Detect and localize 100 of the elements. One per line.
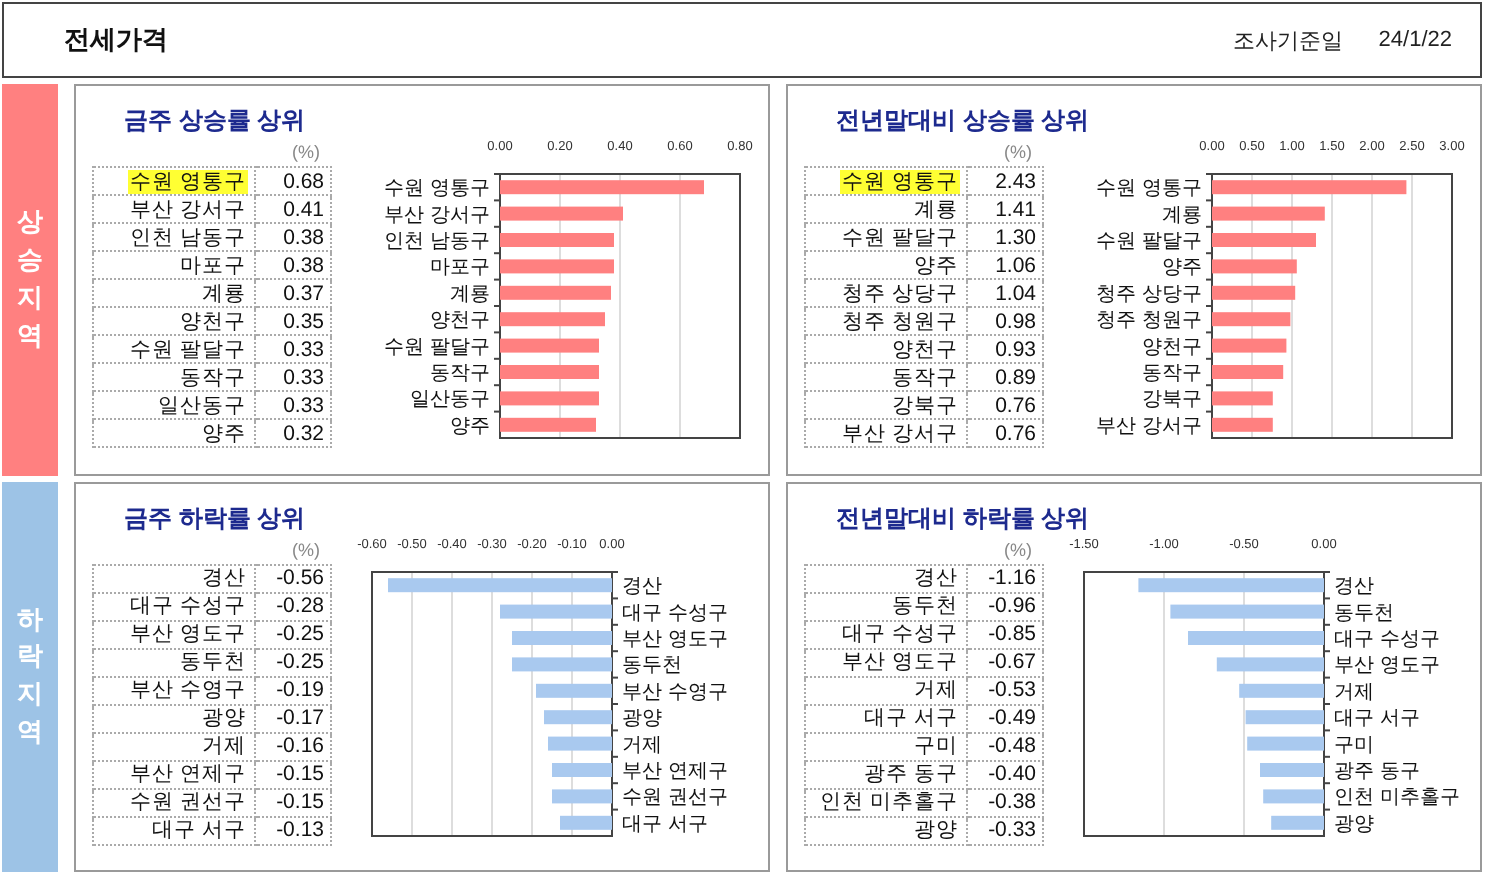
rate-value: -0.53 bbox=[967, 676, 1043, 704]
region-name: 대구 수성구 bbox=[840, 622, 960, 646]
category-label: 경산 bbox=[1334, 575, 1374, 598]
rate-value: 0.98 bbox=[967, 307, 1043, 335]
category-label: 청주 상당구 bbox=[1096, 283, 1202, 306]
rate-value: 0.68 bbox=[255, 167, 331, 195]
rate-value: 0.38 bbox=[255, 251, 331, 279]
category-label: 광양 bbox=[1334, 812, 1374, 835]
category-label: 동두천 bbox=[622, 654, 682, 677]
region-name: 부산 영도구 bbox=[840, 650, 960, 674]
region-name: 청주 상당구 bbox=[840, 281, 960, 305]
rate-value: 0.35 bbox=[255, 307, 331, 335]
region-name: 부산 수영구 bbox=[128, 678, 248, 702]
unit-label: (%) bbox=[292, 142, 320, 164]
region-name: 일산동구 bbox=[156, 393, 248, 417]
category-label: 부산 영도구 bbox=[622, 628, 728, 650]
category-label: 경산 bbox=[622, 575, 662, 598]
category-label: 거제 bbox=[1334, 680, 1374, 703]
category-label: 양천구 bbox=[430, 310, 490, 333]
rate-value: 0.33 bbox=[255, 335, 331, 363]
region-name: 부산 영도구 bbox=[128, 622, 248, 646]
region-name: 수원 팔달구 bbox=[840, 225, 960, 249]
category-label: 부산 연제구 bbox=[622, 760, 728, 782]
rate-value: -0.15 bbox=[255, 760, 331, 788]
rate-value: -0.19 bbox=[255, 676, 331, 704]
rate-value: 0.76 bbox=[967, 419, 1043, 447]
category-label: 대구 수성구 bbox=[1334, 628, 1440, 650]
region-name: 대구 수성구 bbox=[128, 594, 248, 618]
page-title: 전세가격 bbox=[64, 22, 170, 58]
rate-value: 0.76 bbox=[967, 391, 1043, 419]
rate-value: 0.33 bbox=[255, 391, 331, 419]
rate-value: -0.56 bbox=[255, 564, 331, 592]
category-label: 양주 bbox=[1162, 257, 1202, 280]
category-label: 부산 강서구 bbox=[1096, 415, 1202, 438]
category-label: 동작구 bbox=[1142, 363, 1202, 385]
category-label: 인천 미추홀구 bbox=[1334, 786, 1460, 809]
rate-value: 1.06 bbox=[967, 251, 1043, 279]
category-label: 광양 bbox=[622, 707, 662, 730]
region-name: 거제 bbox=[912, 678, 960, 702]
rate-value: 1.41 bbox=[967, 195, 1043, 223]
unit-label: (%) bbox=[292, 539, 320, 561]
region-name: 양천구 bbox=[890, 337, 960, 361]
category-label: 계룡 bbox=[1162, 204, 1202, 227]
rate-value: -0.25 bbox=[255, 620, 331, 648]
region-name: 인천 미추홀구 bbox=[818, 790, 960, 814]
category-label: 거제 bbox=[622, 733, 662, 756]
highlighted-region-name: 수원 영통구 bbox=[840, 169, 960, 193]
region-name: 수원 팔달구 bbox=[128, 337, 248, 361]
rate-value: 0.41 bbox=[255, 195, 331, 223]
region-name: 부산 강서구 bbox=[128, 197, 248, 221]
category-label: 인천 남동구 bbox=[384, 231, 490, 253]
category-label: 동두천 bbox=[1334, 601, 1394, 624]
rate-value: 0.93 bbox=[967, 335, 1043, 363]
unit-label: (%) bbox=[1004, 142, 1032, 164]
rate-value: -0.15 bbox=[255, 788, 331, 816]
region-name: 부산 강서구 bbox=[840, 421, 960, 445]
category-label: 청주 청원구 bbox=[1096, 310, 1202, 333]
category-label: 부산 강서구 bbox=[384, 204, 490, 227]
region-name: 거제 bbox=[200, 734, 248, 758]
panel-title: 전년말대비 하락률 상위 bbox=[834, 503, 1090, 533]
category-label: 수원 팔달구 bbox=[384, 336, 490, 359]
category-label: 대구 서구 bbox=[622, 812, 708, 835]
category-label: 일산동구 bbox=[410, 389, 490, 412]
rate-value: -0.40 bbox=[967, 760, 1043, 788]
category-label: 구미 bbox=[1334, 733, 1374, 756]
category-label: 양천구 bbox=[1142, 336, 1202, 359]
category-label: 대구 서구 bbox=[1334, 707, 1420, 730]
highlighted-region-name: 수원 영통구 bbox=[128, 169, 248, 193]
region-name: 마포구 bbox=[178, 253, 248, 277]
rate-value: -0.48 bbox=[967, 732, 1043, 760]
region-name: 대구 서구 bbox=[150, 818, 248, 842]
region-name: 양주 bbox=[912, 253, 960, 277]
region-name: 광양 bbox=[912, 818, 960, 842]
category-label: 강북구 bbox=[1142, 389, 1202, 412]
rate-value: -0.16 bbox=[255, 732, 331, 760]
rate-value: -0.25 bbox=[255, 648, 331, 676]
section-label: 상승지역 bbox=[17, 204, 43, 354]
rate-value: -1.16 bbox=[967, 564, 1043, 592]
region-name: 청주 청원구 bbox=[840, 309, 960, 333]
rate-value: 1.30 bbox=[967, 223, 1043, 251]
region-name: 동두천 bbox=[178, 650, 248, 674]
region-name: 인천 남동구 bbox=[128, 225, 248, 249]
rate-value: -0.96 bbox=[967, 592, 1043, 620]
region-name: 부산 연제구 bbox=[128, 762, 248, 786]
category-label: 계룡 bbox=[450, 283, 490, 306]
rate-value: 0.38 bbox=[255, 223, 331, 251]
region-name: 양천구 bbox=[178, 309, 248, 333]
rate-value: 1.04 bbox=[967, 279, 1043, 307]
rate-value: 2.43 bbox=[967, 167, 1043, 195]
panel-title: 전년말대비 상승률 상위 bbox=[834, 106, 1090, 136]
region-name: 경산 bbox=[912, 566, 960, 590]
region-name: 광양 bbox=[200, 706, 248, 730]
category-label: 수원 영통구 bbox=[384, 178, 490, 201]
rate-value: 0.32 bbox=[255, 419, 331, 447]
panel-title: 금주 하락률 상위 bbox=[122, 503, 306, 533]
category-label: 양주 bbox=[450, 415, 490, 438]
rate-value: -0.17 bbox=[255, 704, 331, 732]
region-name: 양주 bbox=[200, 421, 248, 445]
category-label: 수원 팔달구 bbox=[1096, 231, 1202, 253]
rate-value: -0.38 bbox=[967, 788, 1043, 816]
